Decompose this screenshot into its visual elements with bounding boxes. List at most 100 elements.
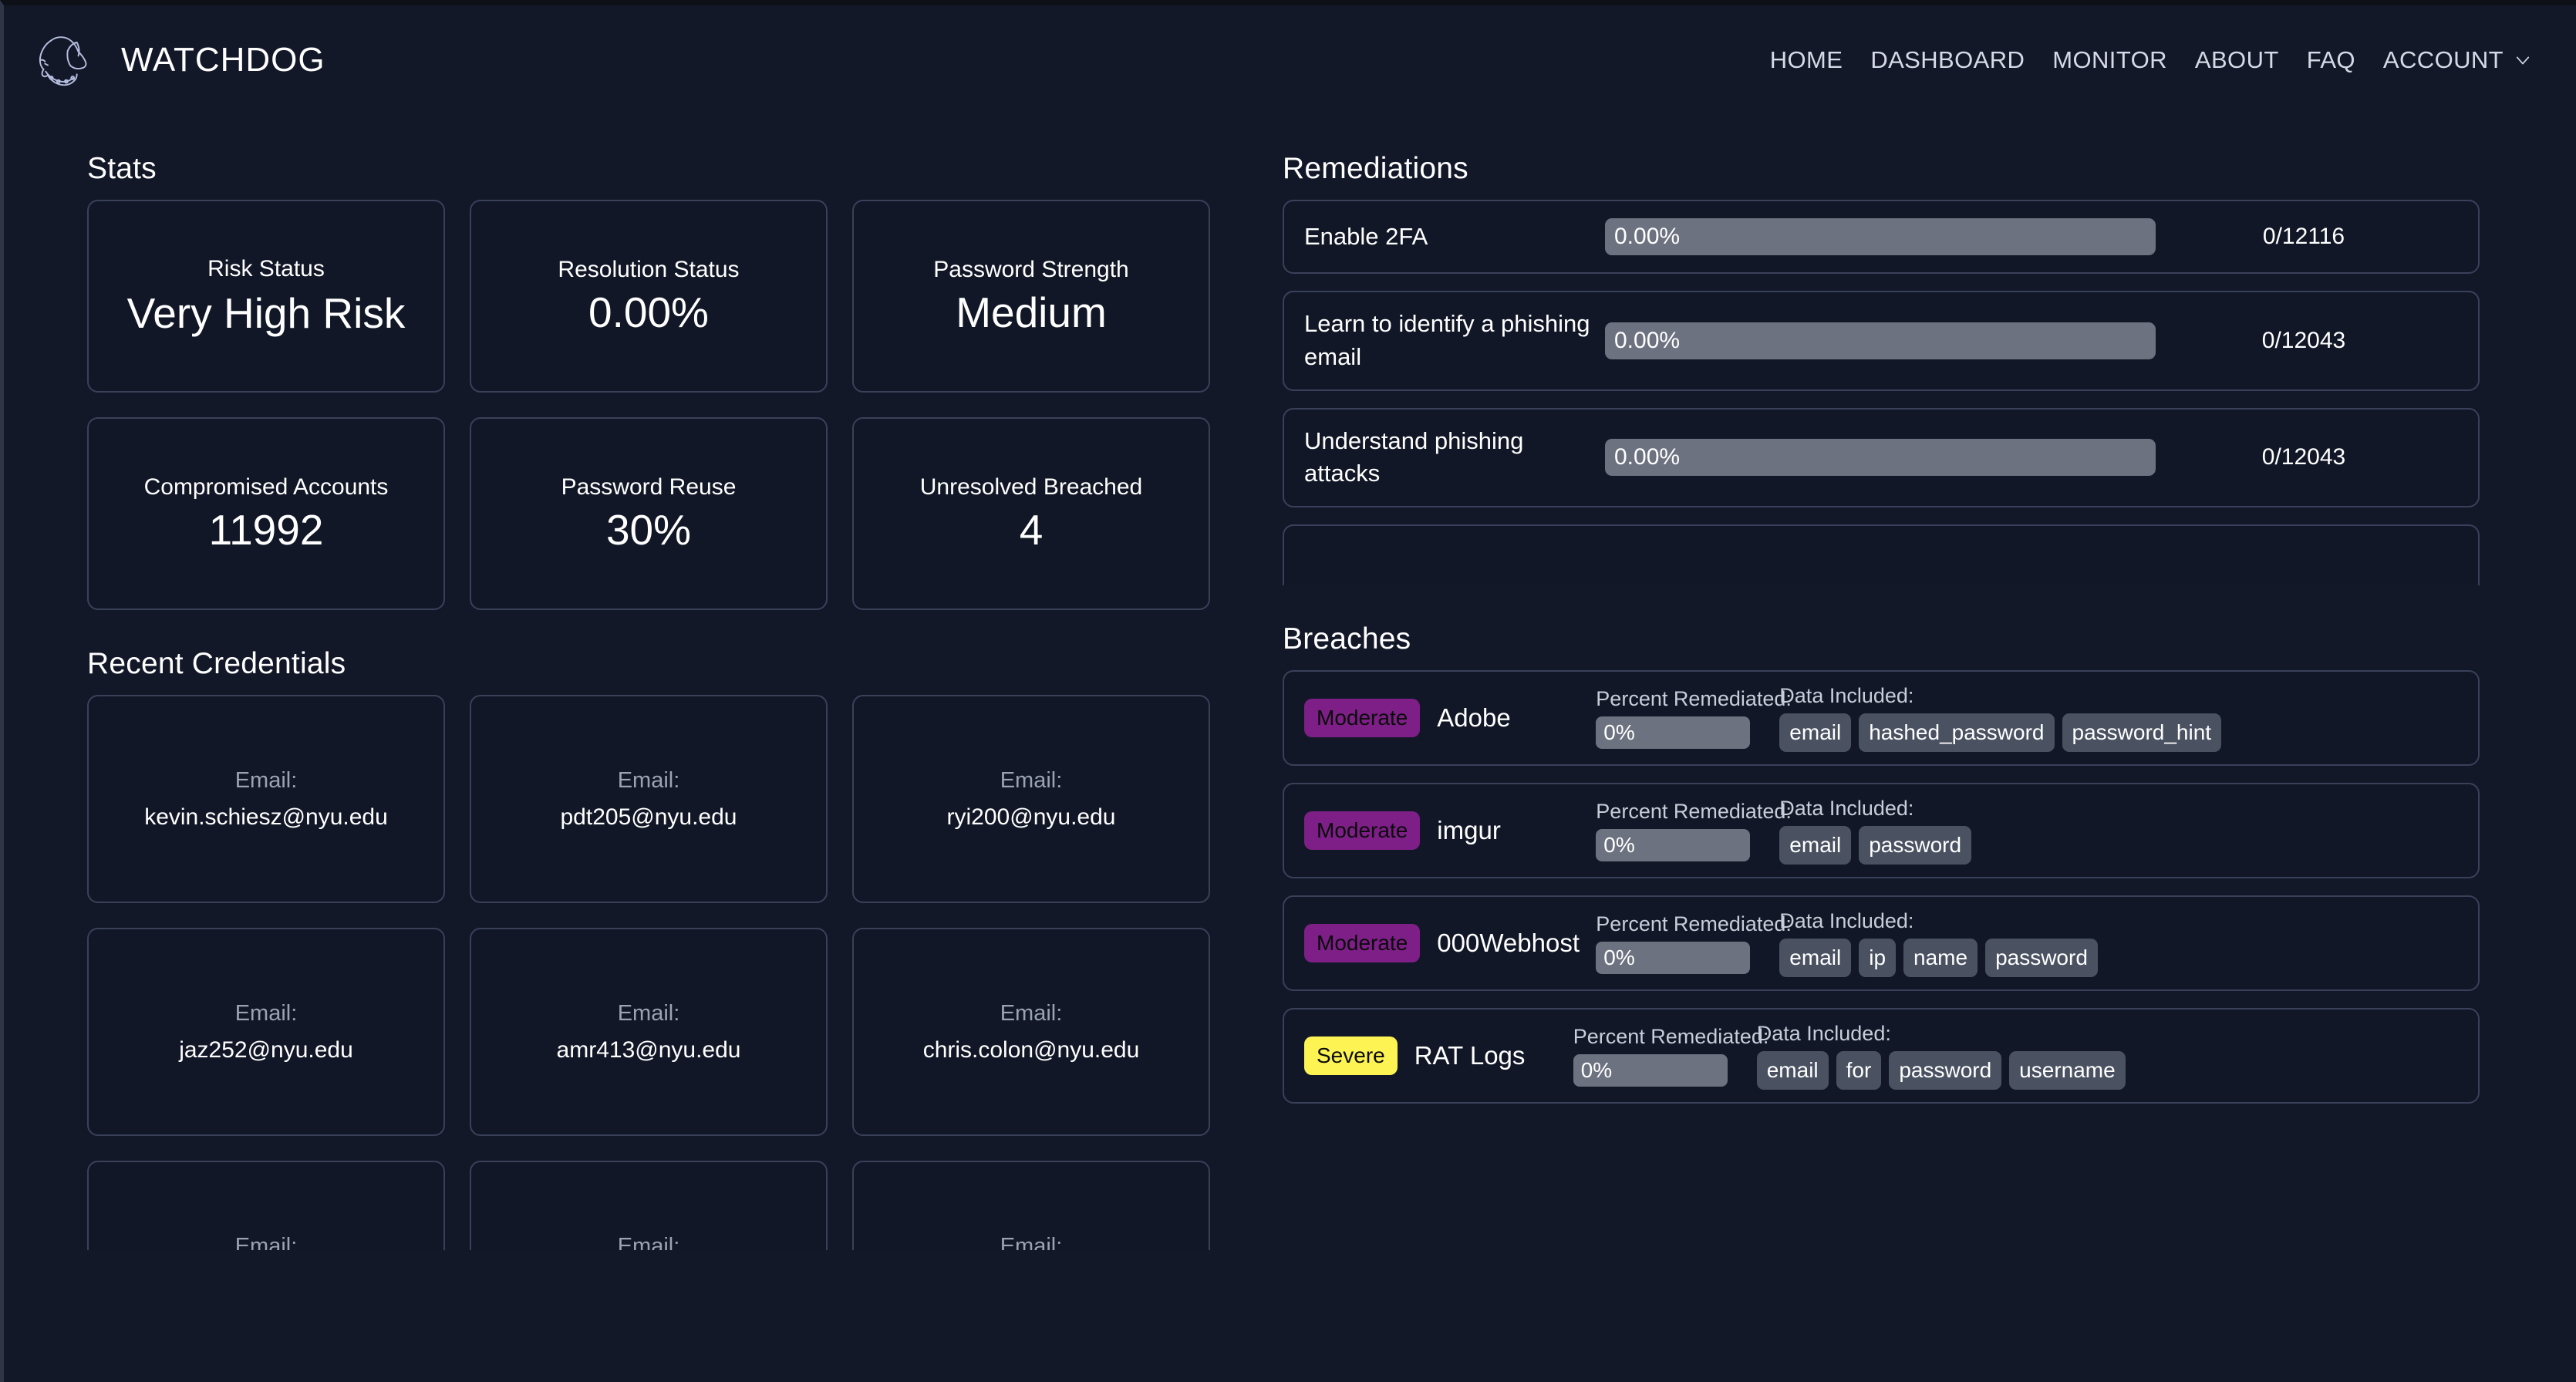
remediation-progress-bar: 0.00% xyxy=(1605,322,2156,359)
credential-email-value: amr413@nyu.edu xyxy=(556,1036,741,1063)
credential-email-value: kevin.schiesz@nyu.edu xyxy=(144,804,388,830)
stat-card-unresolved-breached: Unresolved Breached 4 xyxy=(852,417,1210,610)
remediation-name: Understand phishing attacks xyxy=(1304,426,1524,487)
credential-card[interactable]: Email: ryi200@nyu.edu xyxy=(852,695,1210,903)
stat-value: 11992 xyxy=(208,506,324,554)
stat-label: Resolution Status xyxy=(558,256,740,282)
stat-value: 0.00% xyxy=(588,288,709,337)
breach-data-tag: password xyxy=(1859,826,1972,865)
stat-label: Password Reuse xyxy=(561,474,737,500)
nav-item-home[interactable]: HOME xyxy=(1770,46,1843,74)
recent-credentials-scroll[interactable]: Email: kevin.schiesz@nyu.edu Email: pdt2… xyxy=(87,695,1246,1250)
breach-row[interactable]: Moderate imgur Percent Remediated: 0% Da… xyxy=(1283,783,2480,878)
breach-percent-group: Percent Remediated: 0% xyxy=(1582,800,1792,861)
breach-data-group: Data Included: email for password userna… xyxy=(1737,1022,2458,1090)
stat-label: Compromised Accounts xyxy=(143,474,389,500)
stat-value: 4 xyxy=(1019,506,1044,554)
breach-name: 000Webhost xyxy=(1437,929,1580,957)
breach-percent-group: Percent Remediated: 0% xyxy=(1582,912,1792,974)
remediation-name: Enable 2FA xyxy=(1304,222,1428,250)
breach-data-tag: password xyxy=(1985,939,2098,977)
credential-card[interactable]: Email: naf226@nyu.edu xyxy=(470,1161,828,1250)
stat-label: Password Strength xyxy=(933,256,1129,282)
breach-row[interactable]: Moderate 000Webhost Percent Remediated: … xyxy=(1283,895,2480,991)
breach-severity-badge: Severe xyxy=(1304,1036,1398,1076)
nav-item-account[interactable]: ACCOUNT xyxy=(2383,46,2531,74)
breach-data-group: Data Included: email password xyxy=(1759,797,2458,865)
remediation-row[interactable]: Understand phishing attacks 0.00% 0/1204… xyxy=(1283,407,2480,508)
nav-item-about[interactable]: ABOUT xyxy=(2195,46,2279,74)
stat-card-password-strength: Password Strength Medium xyxy=(852,200,1210,393)
credential-card[interactable]: Email: jaz252@nyu.edu xyxy=(87,928,445,1136)
breach-percent-value: 0% xyxy=(1603,833,1635,857)
breach-name: Adobe xyxy=(1437,703,1511,732)
remediation-progress-bar: 0.00% xyxy=(1605,439,2156,477)
remediation-row-partial[interactable] xyxy=(1283,524,2480,585)
stat-value: Medium xyxy=(956,288,1107,337)
breach-name: RAT Logs xyxy=(1414,1041,1526,1070)
credential-card[interactable]: Email: cmr7@nyu.edu xyxy=(852,1161,1210,1250)
credential-card[interactable]: Email: kevin.schiesz@nyu.edu xyxy=(87,695,445,903)
breach-data-tag: hashed_password xyxy=(1859,713,2055,752)
remediation-row[interactable]: Enable 2FA 0.00% 0/12116 xyxy=(1283,200,2480,274)
stat-value: 30% xyxy=(605,506,692,554)
breach-data-tags: email ip name password xyxy=(1779,939,2458,977)
recent-credentials-grid: Email: kevin.schiesz@nyu.edu Email: pdt2… xyxy=(87,695,1246,1250)
breach-percent-label: Percent Remediated: xyxy=(1596,912,1792,935)
breach-percent-label: Percent Remediated: xyxy=(1596,800,1792,823)
credential-email-label: Email: xyxy=(1000,767,1063,793)
stat-card-password-reuse: Password Reuse 30% xyxy=(470,417,828,610)
stat-card-compromised-accounts: Compromised Accounts 11992 xyxy=(87,417,445,610)
credential-email-label: Email: xyxy=(1000,1233,1063,1251)
credential-card[interactable]: Email: chris.colon@nyu.edu xyxy=(852,928,1210,1136)
top-navbar: WATCHDOG HOME DASHBOARD MONITOR ABOUT FA… xyxy=(4,5,2576,115)
breach-data-label: Data Included: xyxy=(1779,797,1914,820)
breach-data-tag: name xyxy=(1903,939,1978,977)
breach-percent-value: 0% xyxy=(1603,945,1635,969)
breach-severity-badge: Moderate xyxy=(1304,811,1421,851)
breach-data-tags: email password xyxy=(1779,826,2458,865)
breach-data-tags: email hashed_password password_hint xyxy=(1779,713,2458,752)
credential-card[interactable]: Email: pdt205@nyu.edu xyxy=(470,695,828,903)
breaches-list: Moderate Adobe Percent Remediated: 0% Da… xyxy=(1283,670,2480,1104)
breach-data-tag: email xyxy=(1779,713,1852,752)
breach-severity-badge: Moderate xyxy=(1304,698,1421,738)
credential-email-value: chris.colon@nyu.edu xyxy=(922,1036,1140,1063)
credential-email-value: pdt205@nyu.edu xyxy=(560,804,737,830)
nav-item-account-label: ACCOUNT xyxy=(2382,46,2504,73)
stat-card-risk-status: Risk Status Very High Risk xyxy=(87,200,445,393)
breach-data-label: Data Included: xyxy=(1779,684,1914,707)
stat-label: Unresolved Breached xyxy=(919,474,1143,500)
credential-email-label: Email: xyxy=(617,767,680,793)
credential-card[interactable]: Email: jbc289@nyu.edu xyxy=(87,1161,445,1250)
nav-item-monitor[interactable]: MONITOR xyxy=(2052,46,2167,74)
breach-data-tag: for xyxy=(1836,1051,1882,1090)
remediation-count: 0/12116 xyxy=(2262,224,2345,249)
brand-title: WATCHDOG xyxy=(121,41,325,79)
breach-data-tag: email xyxy=(1756,1051,1829,1090)
nav-links: HOME DASHBOARD MONITOR ABOUT FAQ ACCOUNT xyxy=(1770,46,2531,74)
credential-email-value: ryi200@nyu.edu xyxy=(946,804,1116,830)
remediation-name: Learn to identify a phishing email xyxy=(1304,310,1590,370)
breach-data-tag: email xyxy=(1779,826,1852,865)
breach-percent-value: 0% xyxy=(1603,720,1635,744)
credential-email-label: Email: xyxy=(234,1000,298,1026)
credential-email-label: Email: xyxy=(1000,1000,1063,1026)
brand[interactable]: WATCHDOG xyxy=(30,25,325,96)
stat-value: Very High Risk xyxy=(126,289,406,338)
chevron-down-icon xyxy=(2516,56,2530,65)
credential-email-label: Email: xyxy=(617,1000,680,1026)
stat-card-resolution-status: Resolution Status 0.00% xyxy=(470,200,828,393)
stats-grid: Risk Status Very High Risk Resolution St… xyxy=(87,200,1246,610)
left-column: Stats Risk Status Very High Risk Resolut… xyxy=(4,115,1269,1250)
breach-percent-label: Percent Remediated: xyxy=(1573,1025,1769,1048)
breach-row[interactable]: Severe RAT Logs Percent Remediated: 0% D… xyxy=(1283,1008,2480,1104)
recent-credentials-heading: Recent Credentials xyxy=(87,647,346,680)
nav-item-dashboard[interactable]: DASHBOARD xyxy=(1870,46,2025,74)
breach-data-group: Data Included: email ip name password xyxy=(1759,909,2458,977)
remediation-row[interactable]: Learn to identify a phishing email 0.00%… xyxy=(1283,291,2480,391)
nav-item-faq[interactable]: FAQ xyxy=(2307,46,2355,74)
breach-row[interactable]: Moderate Adobe Percent Remediated: 0% Da… xyxy=(1283,670,2480,766)
remediations-scroll[interactable]: Enable 2FA 0.00% 0/12116 Learn to identi… xyxy=(1283,200,2480,585)
credential-card[interactable]: Email: amr413@nyu.edu xyxy=(470,928,828,1136)
